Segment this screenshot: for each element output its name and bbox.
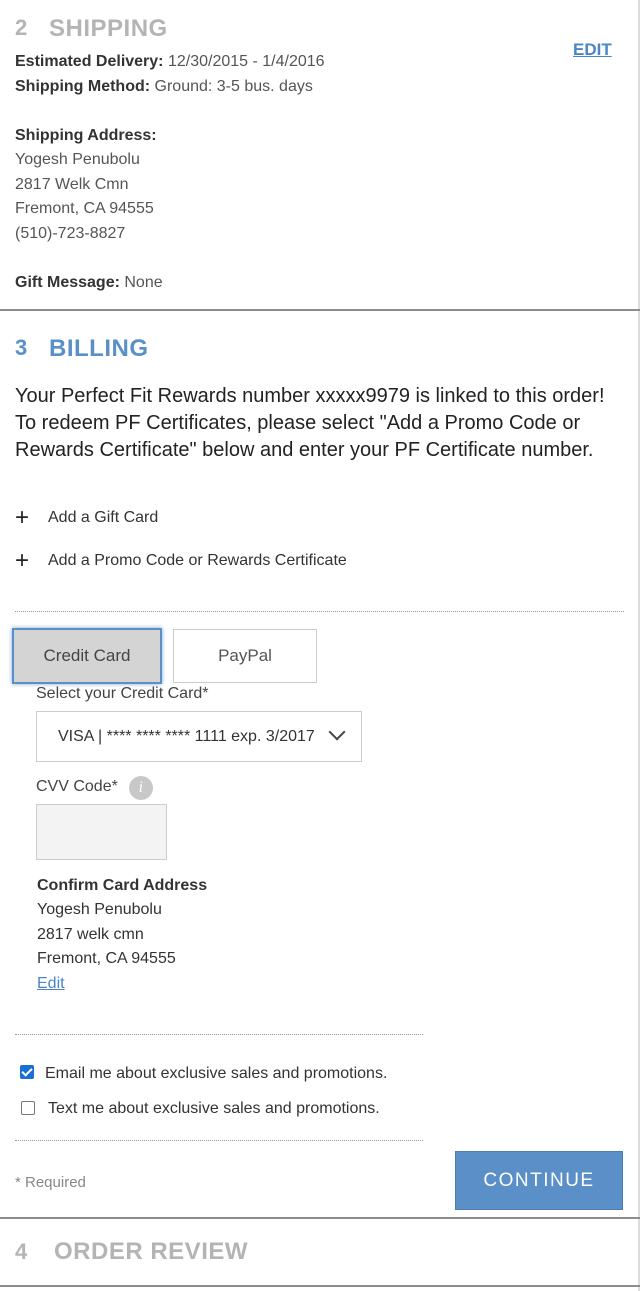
shipping-address-city: Fremont, CA 94555 <box>15 200 154 217</box>
shipping-address-label: Shipping Address: <box>15 127 157 144</box>
add-promo-code-label: Add a Promo Code or Rewards Certificate <box>48 552 347 569</box>
dotted-divider <box>15 611 624 612</box>
text-optin-label[interactable]: Text me about exclusive sales and promot… <box>48 1100 380 1118</box>
add-gift-card-button[interactable]: + Add a Gift Card <box>15 504 159 531</box>
continue-button[interactable]: CONTINUE <box>455 1151 623 1210</box>
estimated-delivery-value: 12/30/2015 - 1/4/2016 <box>163 53 325 70</box>
shipping-address-phone: (510)-723-8827 <box>15 225 126 242</box>
required-note: * Required <box>15 1174 86 1191</box>
cvv-input[interactable] <box>36 804 167 860</box>
select-card-label: Select your Credit Card* <box>36 685 209 702</box>
estimated-delivery-label: Estimated Delivery: <box>15 53 164 70</box>
order-review-heading: ORDER REVIEW <box>54 1238 249 1265</box>
plus-icon: + <box>15 547 30 574</box>
section-divider <box>0 1285 640 1287</box>
tab-paypal[interactable]: PayPal <box>173 629 317 683</box>
cvv-label: CVV Code* <box>36 778 118 795</box>
text-optin-checkbox[interactable] <box>21 1101 35 1115</box>
gift-message-value: None <box>119 274 163 291</box>
card-address-street: 2817 welk cmn <box>37 926 144 943</box>
plus-icon: + <box>15 504 30 531</box>
billing-heading: BILLING <box>49 335 149 362</box>
rewards-message: Your Perfect Fit Rewards number xxxxx997… <box>15 385 605 461</box>
gift-message-label: Gift Message: <box>15 274 120 291</box>
gift-message: Gift Message: None <box>15 274 163 292</box>
email-optin-checkbox[interactable] <box>20 1065 34 1079</box>
email-optin-label[interactable]: Email me about exclusive sales and promo… <box>45 1065 387 1083</box>
card-address-edit-link[interactable]: Edit <box>37 975 65 993</box>
tab-credit-card[interactable]: Credit Card <box>12 628 162 684</box>
shipping-method: Shipping Method: Ground: 3-5 bus. days <box>15 78 313 96</box>
shipping-step-number: 2 <box>15 15 28 40</box>
section-divider <box>0 1217 640 1219</box>
shipping-section: 2 SHIPPING EDIT Estimated Delivery: 12/3… <box>0 0 640 310</box>
estimated-delivery: Estimated Delivery: 12/30/2015 - 1/4/201… <box>15 53 325 71</box>
shipping-heading: SHIPPING <box>49 15 168 42</box>
shipping-edit-link[interactable]: EDIT <box>573 40 612 60</box>
dotted-divider <box>15 1034 423 1035</box>
order-review-step-number: 4 <box>15 1239 28 1264</box>
shipping-address-street: 2817 Welk Cmn <box>15 176 129 193</box>
add-gift-card-label: Add a Gift Card <box>48 509 159 526</box>
card-address-name: Yogesh Penubolu <box>37 901 162 918</box>
confirm-card-address-label: Confirm Card Address <box>37 877 208 894</box>
info-icon[interactable]: i <box>129 776 153 800</box>
shipping-address-name: Yogesh Penubolu <box>15 151 140 168</box>
shipping-method-value: Ground: 3-5 bus. days <box>150 78 313 95</box>
credit-card-select[interactable]: VISA | **** **** **** 1111 exp. 3/2017 <box>36 711 362 762</box>
section-divider <box>0 309 640 311</box>
add-promo-code-button[interactable]: + Add a Promo Code or Rewards Certificat… <box>15 547 347 574</box>
shipping-method-label: Shipping Method: <box>15 78 151 95</box>
dotted-divider <box>15 1140 423 1141</box>
chevron-down-icon <box>328 723 346 741</box>
card-address-city: Fremont, CA 94555 <box>37 950 176 967</box>
selected-card-value: VISA | **** **** **** 1111 exp. 3/2017 <box>58 727 315 745</box>
billing-step-number: 3 <box>15 335 28 360</box>
